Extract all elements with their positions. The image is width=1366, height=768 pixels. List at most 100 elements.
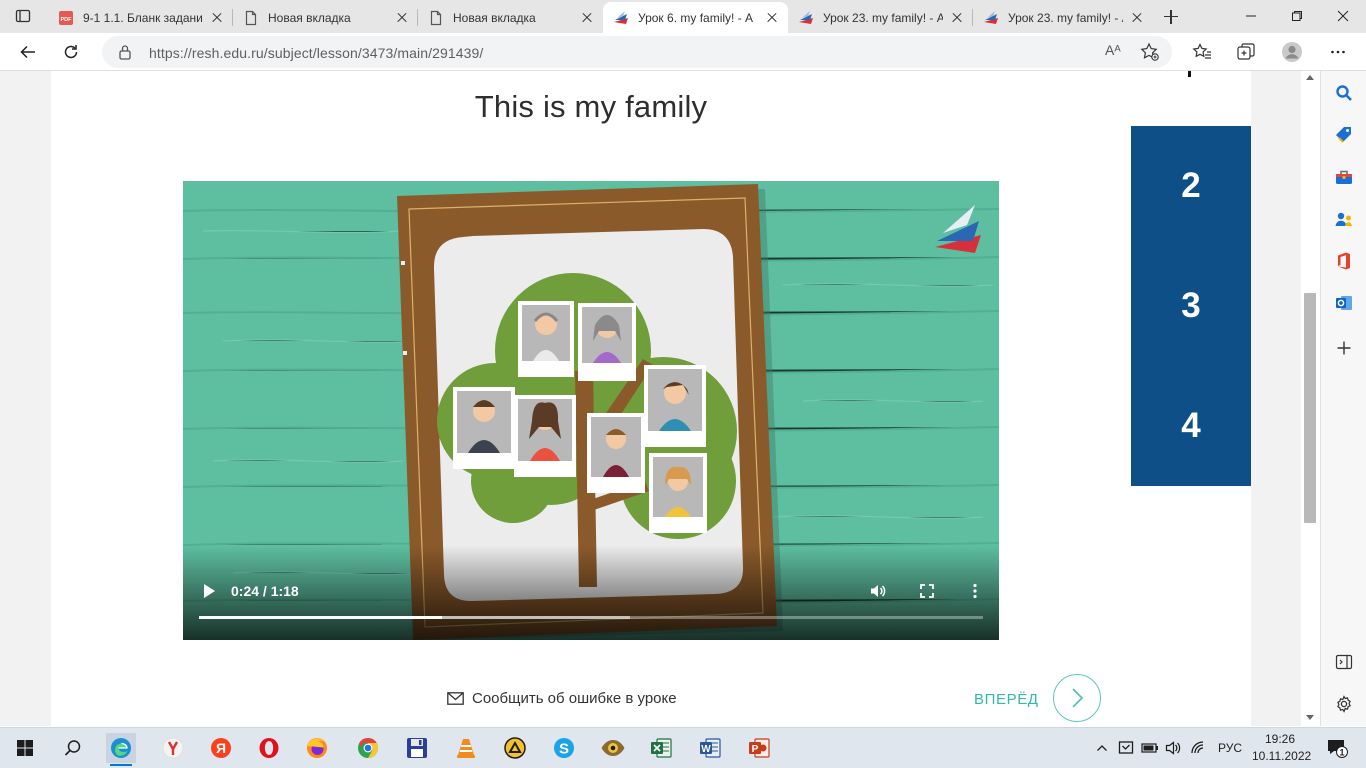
video-time: 0:24 / 1:18 <box>231 583 299 599</box>
report-error-link[interactable]: Сообщить об ошибке в уроке <box>447 690 677 707</box>
more-vertical-icon <box>973 583 977 599</box>
taskbar-opera[interactable] <box>254 733 284 763</box>
yandex-icon: Я <box>211 738 231 758</box>
lock-icon[interactable] <box>118 44 132 60</box>
taskbar-word[interactable]: W <box>695 733 725 763</box>
taskbar-vlc[interactable] <box>451 733 481 763</box>
settings-menu-button[interactable] <box>1323 37 1353 67</box>
outlook-icon <box>1336 296 1352 310</box>
sidebar-hide-button[interactable] <box>1332 650 1356 674</box>
fullscreen-button[interactable] <box>918 582 936 600</box>
svg-text:P: P <box>752 744 759 755</box>
clock-date: 10.11.2022 <box>1252 749 1312 763</box>
minimize-button[interactable] <box>1228 0 1274 32</box>
tab-close-icon[interactable] <box>579 10 595 26</box>
back-button[interactable] <box>13 37 43 67</box>
volume-button[interactable] <box>869 582 887 600</box>
tab-close-icon[interactable] <box>209 10 225 26</box>
taskbar-eye-app[interactable] <box>598 733 628 763</box>
refresh-button[interactable] <box>56 37 86 67</box>
read-aloud-icon[interactable]: Aᴬ <box>1105 42 1121 58</box>
resh-icon <box>983 10 999 26</box>
report-error-label: Сообщить об ошибке в уроке <box>472 690 677 707</box>
taskbar-edge[interactable] <box>106 733 136 766</box>
sidebar-office-button[interactable] <box>1332 249 1356 273</box>
start-button[interactable] <box>10 733 40 763</box>
video-player[interactable]: 0:24 / 1:18 <box>183 181 999 640</box>
page-scrollbar[interactable] <box>1301 71 1320 726</box>
sidebar-tools-button[interactable] <box>1332 165 1356 189</box>
scroll-up-icon[interactable] <box>1306 75 1314 80</box>
restore-button[interactable] <box>1274 0 1320 32</box>
tab-close-icon[interactable] <box>949 10 965 26</box>
back-arrow-icon <box>20 45 35 59</box>
page-icon <box>243 10 259 26</box>
favorites-button[interactable] <box>1187 37 1217 67</box>
next-button[interactable] <box>1053 674 1101 722</box>
taskbar-chrome[interactable] <box>353 733 383 763</box>
tab-lesson-23-b[interactable]: Урок 23. my family! - А <box>973 2 1153 33</box>
taskbar-save-app[interactable] <box>402 733 432 763</box>
tray-volume[interactable] <box>1163 733 1183 763</box>
tray-battery[interactable] <box>1140 733 1160 763</box>
step-2[interactable]: 2 <box>1131 126 1251 246</box>
sidebar-search-button[interactable] <box>1332 81 1356 105</box>
resh-icon <box>798 10 814 26</box>
address-bar[interactable]: https://resh.edu.ru/subject/lesson/3473/… <box>102 36 1172 68</box>
step-4[interactable]: 4 <box>1131 366 1251 486</box>
tag-icon <box>1336 127 1351 143</box>
tab-close-icon[interactable] <box>1129 10 1145 26</box>
notification-count: 1 <box>1339 748 1344 758</box>
new-tab-button[interactable] <box>1160 6 1182 28</box>
video-progress-bar[interactable] <box>199 616 983 619</box>
taskbar-firefox[interactable] <box>302 733 332 763</box>
tab-actions-button[interactable] <box>6 4 40 28</box>
tray-clock[interactable]: 19:26 10.11.2022 <box>1252 731 1312 765</box>
sidebar-shopping-button[interactable] <box>1332 123 1356 147</box>
tab-new-1[interactable]: Новая вкладка <box>233 2 418 33</box>
sidebar-games-button[interactable] <box>1332 207 1356 231</box>
tray-language[interactable]: РУС <box>1218 741 1242 755</box>
shield-icon <box>1118 741 1134 754</box>
video-options-button[interactable] <box>966 582 984 600</box>
tab-lesson-6[interactable]: Урок 6. my family! - А <box>603 2 788 33</box>
taskbar-powerpoint[interactable]: P <box>744 733 774 763</box>
tray-antivirus[interactable] <box>1116 733 1136 763</box>
taskbar-excel[interactable] <box>646 733 676 763</box>
tab-close-icon[interactable] <box>764 10 780 26</box>
add-favorite-icon[interactable] <box>1140 42 1160 62</box>
floppy-disk-icon <box>407 738 427 758</box>
sidebar-settings-button[interactable] <box>1332 692 1356 716</box>
scroll-down-icon[interactable] <box>1306 715 1314 720</box>
tab-close-icon[interactable] <box>394 10 410 26</box>
taskbar-skype[interactable]: S <box>549 733 579 763</box>
url-text[interactable]: https://resh.edu.ru/subject/lesson/3473/… <box>149 45 483 61</box>
settings-icon <box>1337 695 1351 713</box>
lesson-steps: 2 3 4 <box>1131 126 1251 486</box>
battery-icon <box>1141 743 1158 753</box>
taskbar-yandex-browser[interactable] <box>158 733 188 763</box>
firefox-icon <box>307 738 327 758</box>
play-button[interactable] <box>201 583 217 599</box>
tray-expand-button[interactable] <box>1092 733 1112 763</box>
taskbar-archive-app[interactable] <box>500 733 530 763</box>
notification-center-button[interactable]: 1 <box>1322 733 1352 763</box>
close-window-button[interactable] <box>1320 0 1366 32</box>
tab-new-2[interactable]: Новая вкладка <box>418 2 603 33</box>
sidebar-add-button[interactable] <box>1332 336 1356 360</box>
taskbar-yandex[interactable]: Я <box>206 733 236 763</box>
sidebar-outlook-button[interactable] <box>1332 291 1356 315</box>
tray-network[interactable] <box>1188 733 1208 763</box>
volume-icon <box>871 585 886 597</box>
windows-logo-icon <box>17 740 33 756</box>
tab-pdf-blank[interactable]: PDF 9-1 1.1. Бланк задания <box>48 2 233 33</box>
tab-lesson-23-a[interactable]: Урок 23. my family! - А <box>788 2 973 33</box>
taskbar-search-button[interactable] <box>58 733 88 763</box>
profile-button[interactable] <box>1277 37 1307 67</box>
step-3[interactable]: 3 <box>1131 246 1251 366</box>
collections-button[interactable] <box>1231 37 1261 67</box>
scrollbar-thumb[interactable] <box>1304 293 1316 523</box>
next-label[interactable]: ВПЕРЁД <box>974 691 1039 708</box>
yandex-browser-icon <box>162 737 184 759</box>
office-icon <box>1338 252 1350 270</box>
